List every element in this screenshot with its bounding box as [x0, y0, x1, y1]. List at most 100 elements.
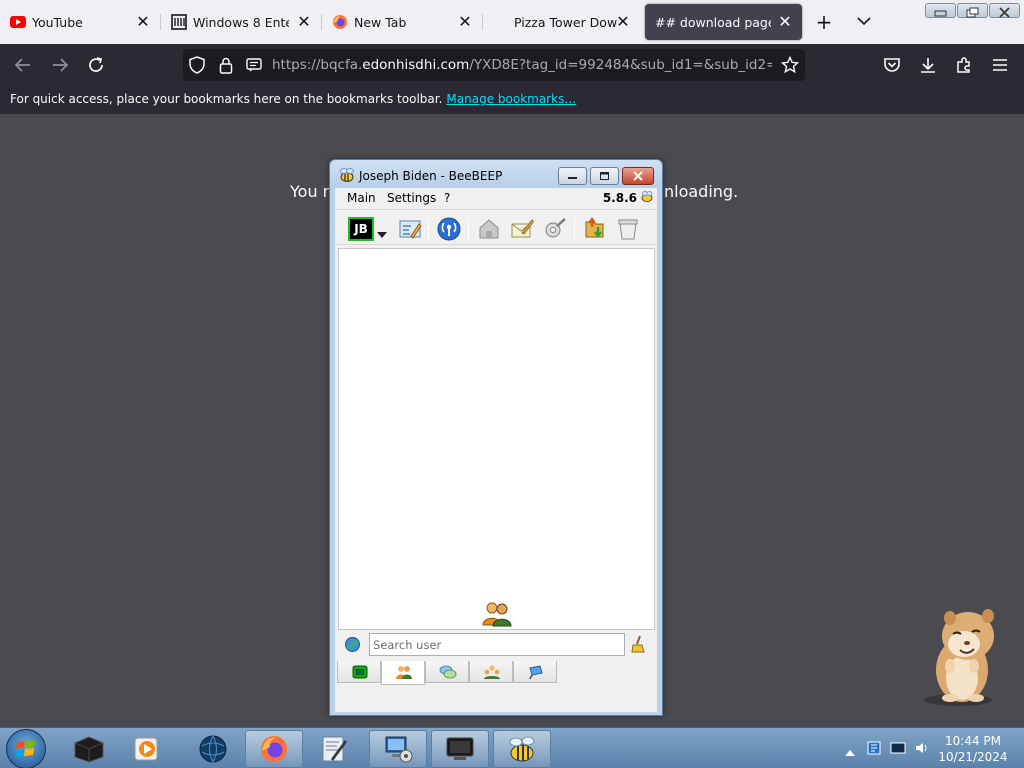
file-sharing-icon[interactable]	[583, 217, 607, 241]
search-user-input[interactable]	[369, 633, 625, 656]
user-status-badge[interactable]: JB	[348, 217, 374, 241]
forward-button[interactable]	[47, 52, 73, 78]
menu-help[interactable]: ?	[444, 191, 450, 205]
network-icon[interactable]	[437, 217, 461, 241]
menu-settings[interactable]: Settings	[387, 191, 436, 205]
system-clock[interactable]: 10:44 PM 10/21/2024	[938, 733, 1008, 765]
chevron-down-icon[interactable]	[377, 224, 387, 243]
manage-bookmarks-link[interactable]: Manage bookmarks…	[446, 92, 576, 106]
taskbar-app-monitor[interactable]	[431, 730, 489, 768]
list-all-tabs-button[interactable]	[852, 10, 876, 34]
arrow-left-icon	[14, 58, 30, 72]
tab-groups[interactable]	[469, 661, 513, 683]
chat-icon	[352, 665, 368, 679]
tab-chat[interactable]	[337, 661, 381, 683]
tab-download-page[interactable]: ## download page ## ✕	[645, 4, 802, 40]
volume-icon[interactable]	[914, 740, 930, 756]
pocket-button[interactable]	[879, 52, 905, 78]
arrow-right-icon	[53, 58, 69, 72]
close-tab-icon[interactable]: ✕	[456, 13, 474, 31]
back-button[interactable]	[10, 52, 36, 78]
window-close-button[interactable]	[989, 3, 1020, 18]
clock-time: 10:44 PM	[945, 734, 1001, 748]
beebeep-window: Joseph Biden - BeeBEEP Main Settings ? 5…	[329, 159, 663, 716]
window-minimize-button[interactable]	[925, 3, 956, 18]
taskbar-app-terminal[interactable]	[60, 730, 118, 768]
user-list[interactable]	[338, 248, 655, 630]
taskbar-app-network[interactable]	[369, 730, 427, 768]
reload-icon	[89, 57, 103, 72]
bookmark-star-icon[interactable]	[781, 56, 799, 74]
archive-icon	[171, 14, 187, 30]
chevron-down-icon	[857, 17, 871, 26]
media-player-icon	[134, 737, 158, 761]
tab-users[interactable]	[381, 661, 425, 685]
write-message-icon[interactable]	[510, 217, 534, 241]
app-menu-button[interactable]	[987, 52, 1013, 78]
tab-pizza-tower[interactable]: Pizza Tower Downlo ✕	[483, 4, 640, 40]
tab-label: Pizza Tower Downlo	[514, 14, 618, 30]
menu-main[interactable]: Main	[347, 191, 376, 205]
youtube-icon	[10, 14, 26, 30]
tab-chats[interactable]	[425, 661, 469, 683]
firefox-icon	[332, 14, 348, 30]
reader-permissions-icon[interactable]	[245, 56, 263, 74]
tab-youtube[interactable]: YouTube ✕	[0, 4, 160, 40]
plugins-icon[interactable]	[543, 217, 567, 241]
edit-profile-icon[interactable]	[398, 217, 422, 241]
bin-icon[interactable]	[616, 217, 640, 241]
computer-network-icon	[385, 736, 413, 763]
show-hidden-icons-icon[interactable]	[845, 742, 855, 761]
window-restore-button[interactable]	[957, 3, 988, 18]
hamster-image	[920, 604, 1008, 708]
close-tab-icon[interactable]: ✕	[295, 13, 313, 31]
url-bar[interactable]: https://bqcfa.edonhisdhi.com/YXD8E?tag_i…	[183, 49, 805, 81]
home-icon[interactable]	[477, 217, 501, 241]
taskbar-app-globe[interactable]	[184, 730, 242, 768]
document-edit-icon	[322, 736, 347, 762]
chats-icon	[439, 665, 457, 679]
taskbar-app-beebeep[interactable]	[493, 730, 551, 768]
close-tab-icon[interactable]: ✕	[614, 13, 632, 31]
tab-strip: YouTube ✕ Windows 8 Enterpri ✕ New Tab ✕…	[0, 0, 1024, 44]
close-tab-icon[interactable]: ✕	[134, 13, 152, 31]
group-icon	[484, 665, 500, 679]
extensions-button[interactable]	[951, 52, 977, 78]
page-message-left: You n	[290, 182, 333, 201]
lock-icon[interactable]	[217, 56, 235, 74]
tab-label: New Tab	[354, 14, 407, 30]
tab-new-tab[interactable]: New Tab ✕	[322, 4, 482, 40]
downloads-button[interactable]	[915, 52, 941, 78]
tracking-protection-icon[interactable]	[188, 56, 206, 74]
network-status-icon[interactable]	[344, 636, 361, 657]
tab-windows-8[interactable]: Windows 8 Enterpri ✕	[161, 4, 321, 40]
clock-date: 10/21/2024	[938, 750, 1008, 764]
taskbar-app-editor[interactable]	[305, 730, 363, 768]
firefox-icon	[261, 736, 287, 762]
black-box-icon	[74, 736, 104, 763]
tab-files[interactable]	[513, 661, 557, 683]
beebeep-maximize-button[interactable]	[590, 167, 619, 185]
pocket-icon	[884, 58, 900, 72]
search-row	[335, 632, 657, 658]
clear-broom-icon[interactable]	[631, 635, 647, 657]
users-icon	[396, 666, 412, 679]
beebeep-tray-icon[interactable]	[866, 740, 882, 756]
new-tab-button[interactable]: +	[812, 10, 836, 34]
reload-button[interactable]	[83, 52, 109, 78]
file-transfer-icon	[529, 665, 543, 680]
url-text[interactable]: https://bqcfa.edonhisdhi.com/YXD8E?tag_i…	[272, 57, 772, 73]
beebeep-minimize-button[interactable]	[558, 167, 587, 185]
start-button[interactable]	[6, 729, 46, 768]
beebeep-body: Main Settings ? 5.8.6 JB	[335, 188, 657, 712]
beebeep-close-button[interactable]	[622, 167, 654, 185]
taskbar: 10:44 PM 10/21/2024	[0, 727, 1024, 768]
taskbar-app-firefox[interactable]	[245, 730, 303, 768]
puzzle-icon	[957, 57, 970, 73]
close-tab-icon[interactable]: ✕	[776, 13, 794, 31]
page-message-right: nloading.	[664, 182, 739, 201]
display-tray-icon[interactable]	[890, 740, 906, 756]
beebeep-titlebar[interactable]: Joseph Biden - BeeBEEP	[330, 160, 662, 190]
taskbar-app-media-player[interactable]	[118, 730, 176, 768]
tab-label: YouTube	[32, 14, 83, 30]
